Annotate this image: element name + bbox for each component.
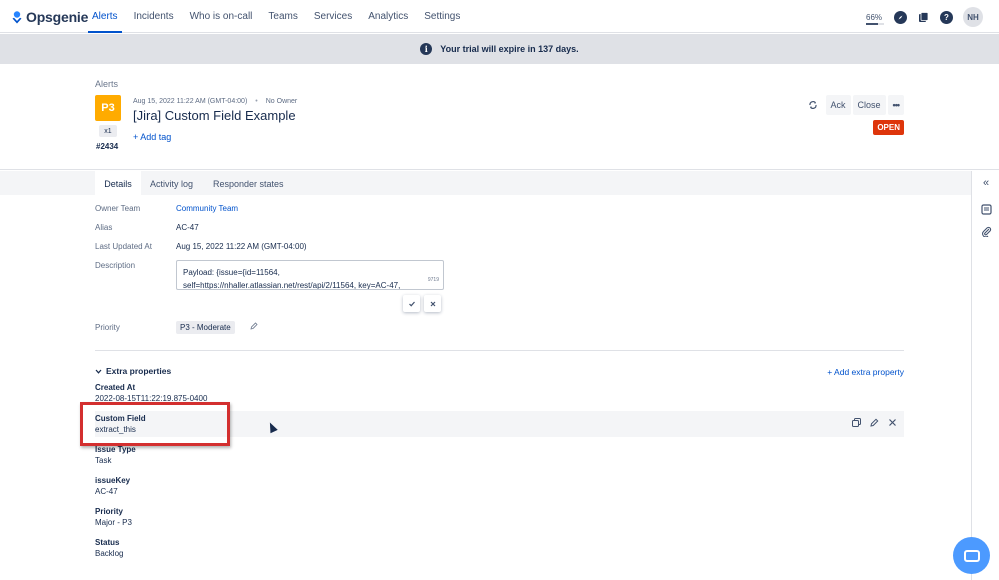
tab-activity-log[interactable]: Activity log bbox=[150, 171, 193, 195]
property-row-actions bbox=[849, 415, 900, 430]
attachment-icon[interactable] bbox=[980, 225, 992, 237]
description-edit-actions bbox=[403, 295, 441, 312]
description-line-1: Payload: {issue={id=11564, bbox=[183, 268, 280, 277]
tab-responder-states[interactable]: Responder states bbox=[213, 171, 284, 195]
extra-properties-title: Extra properties bbox=[106, 366, 172, 376]
edit-priority-icon[interactable] bbox=[250, 322, 258, 332]
section-divider bbox=[95, 350, 904, 351]
alert-actions: Ack Close ••• bbox=[802, 95, 904, 115]
detail-tabs: Details Activity log Responder states bbox=[0, 171, 971, 195]
checkmark-icon bbox=[408, 301, 415, 307]
setup-progress[interactable]: 66% bbox=[866, 12, 884, 25]
alert-title: [Jira] Custom Field Example bbox=[133, 108, 296, 123]
property-key: Issue Type bbox=[95, 445, 136, 454]
add-extra-property-link[interactable]: + Add extra property bbox=[827, 367, 904, 377]
owner-team-label: Owner Team bbox=[95, 204, 141, 213]
nav-who-is-on-call[interactable]: Who is on-call bbox=[182, 0, 261, 33]
alert-owner: No Owner bbox=[265, 98, 298, 105]
property-value: AC-47 bbox=[95, 487, 118, 496]
property-key: Created At bbox=[95, 383, 136, 392]
chevron-down-icon bbox=[95, 369, 102, 374]
user-avatar[interactable]: NH bbox=[963, 7, 983, 27]
nav-right-tools: 66% ? NH bbox=[866, 7, 983, 27]
close-icon bbox=[430, 301, 435, 306]
chat-launcher-button[interactable] bbox=[953, 537, 990, 574]
alert-header: Alerts P3 x1 #2434 Aug 15, 2022 11:22 AM… bbox=[0, 64, 999, 170]
copy-icon[interactable] bbox=[849, 415, 864, 430]
compass-icon[interactable] bbox=[894, 10, 907, 24]
info-icon: i bbox=[420, 43, 433, 55]
nav-analytics[interactable]: Analytics bbox=[360, 0, 416, 33]
close-button[interactable]: Close bbox=[852, 95, 886, 115]
collapse-panel-icon[interactable]: « bbox=[980, 177, 992, 189]
brand-name: Opsgenie bbox=[26, 9, 89, 25]
opsgenie-logo-icon bbox=[12, 10, 22, 23]
extra-property-row[interactable]: issueKey AC-47 bbox=[95, 476, 904, 502]
extra-properties-toggle[interactable]: Extra properties bbox=[95, 366, 171, 376]
highlight-annotation bbox=[80, 402, 230, 446]
alias-label: Alias bbox=[95, 223, 113, 232]
chat-icon bbox=[963, 549, 980, 562]
alert-meta: Aug 15, 2022 11:22 AM (GMT-04:00) • No O… bbox=[133, 98, 297, 105]
setup-progress-label: 66% bbox=[866, 12, 883, 22]
help-icon[interactable]: ? bbox=[940, 10, 953, 24]
priority-value-tag[interactable]: P3 - Moderate bbox=[176, 321, 235, 334]
priority-label: Priority bbox=[95, 323, 120, 332]
description-textarea[interactable]: Payload: {issue={id=11564, self=https://… bbox=[176, 260, 444, 290]
property-value: Backlog bbox=[95, 549, 124, 558]
extra-property-row[interactable]: Priority Major - P3 bbox=[95, 507, 904, 533]
property-value: Task bbox=[95, 456, 112, 465]
nav-settings[interactable]: Settings bbox=[416, 0, 468, 33]
nav-services[interactable]: Services bbox=[306, 0, 360, 33]
property-key: issueKey bbox=[95, 476, 131, 485]
trial-message: Your trial will expire in 137 days. bbox=[440, 44, 579, 54]
property-key: Priority bbox=[95, 507, 124, 516]
alert-id: #2434 bbox=[96, 142, 119, 151]
description-label: Description bbox=[95, 261, 136, 270]
book-icon[interactable] bbox=[917, 11, 930, 24]
priority-badge: P3 bbox=[95, 95, 121, 121]
nav-teams[interactable]: Teams bbox=[260, 0, 305, 33]
breadcrumb[interactable]: Alerts bbox=[95, 79, 118, 89]
property-value: Major - P3 bbox=[95, 518, 132, 527]
right-rail: « bbox=[971, 171, 999, 580]
main-nav: Alerts Incidents Who is on-call Teams Se… bbox=[88, 0, 468, 33]
description-line-2: self=https://nhaller.atlassian.net/rest/… bbox=[183, 281, 401, 290]
add-tag-link[interactable]: + Add tag bbox=[133, 132, 171, 142]
ack-button[interactable]: Ack bbox=[825, 95, 851, 115]
nav-alerts[interactable]: Alerts bbox=[88, 0, 126, 33]
last-updated-label: Last Updated At bbox=[95, 242, 152, 251]
status-badge: OPEN bbox=[873, 120, 904, 135]
alert-created-time: Aug 15, 2022 11:22 AM (GMT-04:00) bbox=[133, 98, 248, 105]
top-navigation: Opsgenie Alerts Incidents Who is on-call… bbox=[0, 0, 999, 33]
tab-details[interactable]: Details bbox=[95, 171, 141, 195]
refresh-icon[interactable] bbox=[802, 95, 824, 115]
alert-count-badge: x1 bbox=[99, 125, 117, 137]
edit-icon[interactable] bbox=[867, 415, 882, 430]
opsgenie-logo[interactable]: Opsgenie bbox=[12, 9, 88, 25]
trial-banner: i Your trial will expire in 137 days. bbox=[0, 34, 999, 64]
owner-team-link[interactable]: Community Team bbox=[176, 204, 238, 213]
description-char-count: 9719 bbox=[427, 277, 439, 283]
alias-value: AC-47 bbox=[176, 223, 199, 232]
notes-icon[interactable] bbox=[980, 203, 992, 215]
last-updated-value: Aug 15, 2022 11:22 AM (GMT-04:00) bbox=[176, 242, 307, 251]
nav-incidents[interactable]: Incidents bbox=[126, 0, 182, 33]
property-key: Status bbox=[95, 538, 120, 547]
cancel-description-button[interactable] bbox=[424, 295, 441, 312]
delete-icon[interactable] bbox=[885, 415, 900, 430]
confirm-description-button[interactable] bbox=[403, 295, 420, 312]
meta-separator: • bbox=[255, 98, 258, 105]
extra-property-row[interactable]: Issue Type Task bbox=[95, 445, 904, 471]
extra-property-row[interactable]: Status Backlog bbox=[95, 538, 904, 564]
more-actions-button[interactable]: ••• bbox=[887, 95, 904, 115]
